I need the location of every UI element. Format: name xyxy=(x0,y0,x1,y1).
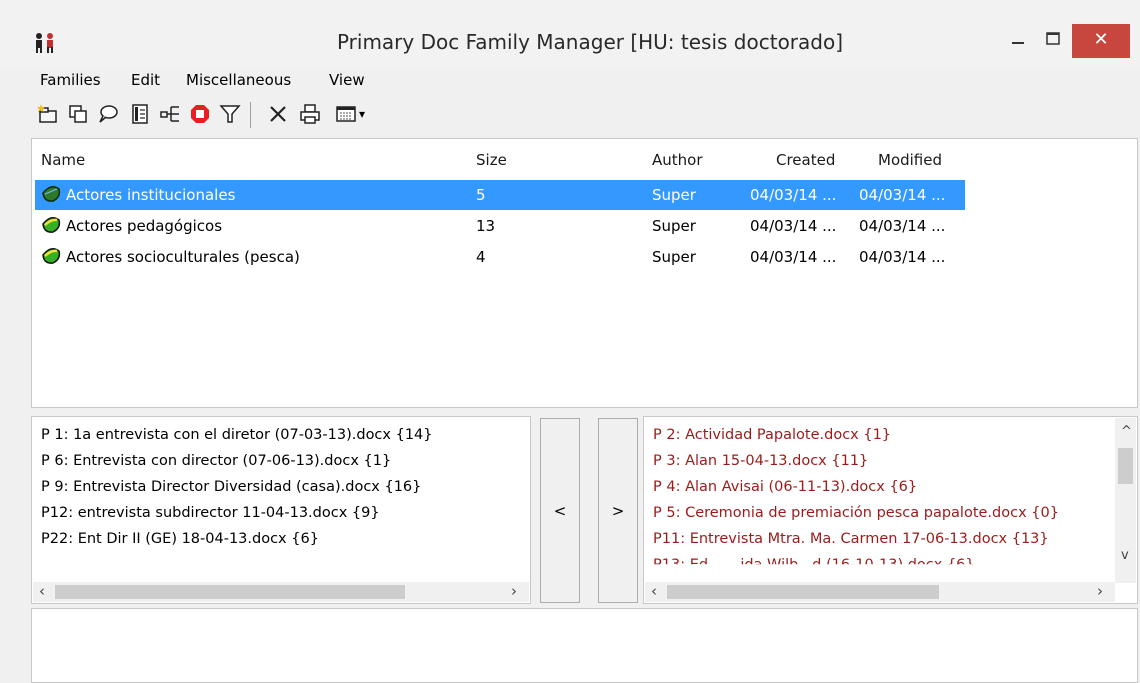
row-size: 4 xyxy=(476,248,486,266)
row-created: 04/03/14 ... xyxy=(750,217,837,235)
move-right-label: > xyxy=(611,501,625,520)
scroll-down-icon[interactable]: v xyxy=(1121,548,1129,563)
stop-icon xyxy=(191,105,209,123)
list-item[interactable]: P11: Entrevista Mtra. Ma. Carmen 17-06-1… xyxy=(653,531,1049,547)
print-button[interactable] xyxy=(298,102,322,126)
horizontal-scrollbar[interactable]: ‹ › xyxy=(645,582,1115,602)
family-icon xyxy=(42,217,61,233)
comment-button[interactable] xyxy=(96,102,120,126)
list-item[interactable]: P 2: Actividad Papalote.docx {1} xyxy=(653,427,891,443)
families-table[interactable]: Name Size Author Created Modified Actore… xyxy=(31,138,1138,408)
column-header-created[interactable]: Created xyxy=(776,151,835,169)
window-title: Primary Doc Family Manager [HU: tesis do… xyxy=(336,30,844,54)
list-item[interactable]: P 5: Ceremonia de premiación pesca papal… xyxy=(653,505,1059,521)
column-header-name[interactable]: Name xyxy=(41,151,85,169)
list-item[interactable]: P 6: Entrevista con director (07-06-13).… xyxy=(41,453,391,469)
view-grid-icon xyxy=(336,106,356,122)
scroll-left-icon[interactable]: ‹ xyxy=(39,582,45,600)
copy-button[interactable] xyxy=(66,102,90,126)
table-row[interactable]: Actores pedagógicos 13 Super 04/03/14 ..… xyxy=(35,211,965,241)
menu-view[interactable]: View xyxy=(329,71,365,89)
tree-icon xyxy=(160,106,179,122)
view-menu-button[interactable]: ▾ xyxy=(330,102,370,126)
row-author: Super xyxy=(652,186,696,204)
list-item[interactable]: P 4: Alan Avisai (06-11-13).docx {6} xyxy=(653,479,917,495)
minimize-icon[interactable] xyxy=(1004,28,1032,52)
row-modified: 04/03/14 ... xyxy=(859,217,946,235)
list-item[interactable]: P 9: Entrevista Director Diversidad (cas… xyxy=(41,479,421,495)
row-created: 04/03/14 ... xyxy=(750,186,837,204)
print-icon xyxy=(300,104,320,124)
list-item[interactable]: P12: entrevista subdirector 11-04-13.doc… xyxy=(41,505,380,521)
close-icon: ✕ xyxy=(1093,29,1109,50)
column-header-author[interactable]: Author xyxy=(652,151,703,169)
vertical-scrollbar[interactable]: ^ v xyxy=(1115,418,1136,583)
menu-families[interactable]: Families xyxy=(40,71,101,89)
non-members-list[interactable]: P 2: Actividad Papalote.docx {1} P 3: Al… xyxy=(643,416,1138,604)
row-size: 5 xyxy=(476,186,486,204)
app-window: Primary Doc Family Manager [HU: tesis do… xyxy=(0,0,1140,683)
toolbar: ▾ xyxy=(0,94,1140,138)
filter-icon xyxy=(219,105,241,123)
family-icon xyxy=(42,248,61,264)
row-created: 04/03/14 ... xyxy=(750,248,837,266)
row-modified: 04/03/14 ... xyxy=(859,248,946,266)
scroll-right-icon[interactable]: › xyxy=(1097,582,1103,600)
scroll-up-icon[interactable]: ^ xyxy=(1121,424,1132,439)
scroll-left-icon[interactable]: ‹ xyxy=(651,582,657,600)
comment-pane[interactable] xyxy=(31,608,1138,683)
column-header-size[interactable]: Size xyxy=(476,151,507,169)
column-header-modified[interactable]: Modified xyxy=(878,151,942,169)
list-item[interactable]: P 3: Alan 15-04-13.docx {11} xyxy=(653,453,868,469)
row-size: 13 xyxy=(476,217,496,235)
title-bar: Primary Doc Family Manager [HU: tesis do… xyxy=(0,0,1140,68)
document-button[interactable] xyxy=(128,102,152,126)
list-item[interactable]: P13: Ed... ...ida Wilb...d (16-10-13).do… xyxy=(653,557,975,564)
family-icon xyxy=(42,186,61,202)
menu-bar: Families Edit Miscellaneous View xyxy=(0,68,1140,94)
list-item[interactable]: P22: Ent Dir II (GE) 18-04-13.docx {6} xyxy=(41,531,319,547)
list-item[interactable]: P 1: 1a entrevista con el diretor (07-03… xyxy=(41,427,433,443)
window-left-border xyxy=(0,68,12,683)
scroll-right-icon[interactable]: › xyxy=(511,582,517,600)
chevron-down-icon: ▾ xyxy=(358,107,366,121)
members-list[interactable]: P 1: 1a entrevista con el diretor (07-03… xyxy=(31,416,531,604)
table-row[interactable]: Actores institucionales 5 Super 04/03/14… xyxy=(35,180,965,210)
row-name: Actores socioculturales (pesca) xyxy=(66,248,300,266)
new-family-button[interactable] xyxy=(36,102,60,126)
move-left-button[interactable]: < xyxy=(540,418,580,603)
copy-icon xyxy=(69,105,87,123)
row-modified: 04/03/14 ... xyxy=(859,186,946,204)
row-name: Actores pedagógicos xyxy=(66,217,223,235)
row-author: Super xyxy=(652,217,696,235)
tree-button[interactable] xyxy=(158,102,182,126)
comment-icon xyxy=(99,105,118,123)
close-button[interactable]: ✕ xyxy=(1072,24,1130,58)
table-row[interactable]: Actores socioculturales (pesca) 4 Super … xyxy=(35,242,965,272)
menu-miscellaneous[interactable]: Miscellaneous xyxy=(186,71,291,89)
new-family-icon xyxy=(37,104,57,123)
scrollbar-thumb[interactable] xyxy=(667,585,939,599)
filter-button[interactable] xyxy=(218,102,242,126)
row-author: Super xyxy=(652,248,696,266)
horizontal-scrollbar[interactable]: ‹ › xyxy=(33,582,529,602)
scrollbar-thumb[interactable] xyxy=(1118,448,1133,484)
delete-button[interactable] xyxy=(266,102,290,126)
row-name: Actores institucionales xyxy=(66,186,236,204)
maximize-icon[interactable] xyxy=(1036,28,1070,52)
scrollbar-thumb[interactable] xyxy=(55,585,405,599)
move-left-label: < xyxy=(553,501,567,520)
menu-edit[interactable]: Edit xyxy=(131,71,160,89)
toolbar-separator xyxy=(250,102,251,128)
document-icon xyxy=(132,104,148,124)
delete-icon xyxy=(270,106,286,122)
move-right-button[interactable]: > xyxy=(598,418,638,603)
stop-button[interactable] xyxy=(188,102,212,126)
